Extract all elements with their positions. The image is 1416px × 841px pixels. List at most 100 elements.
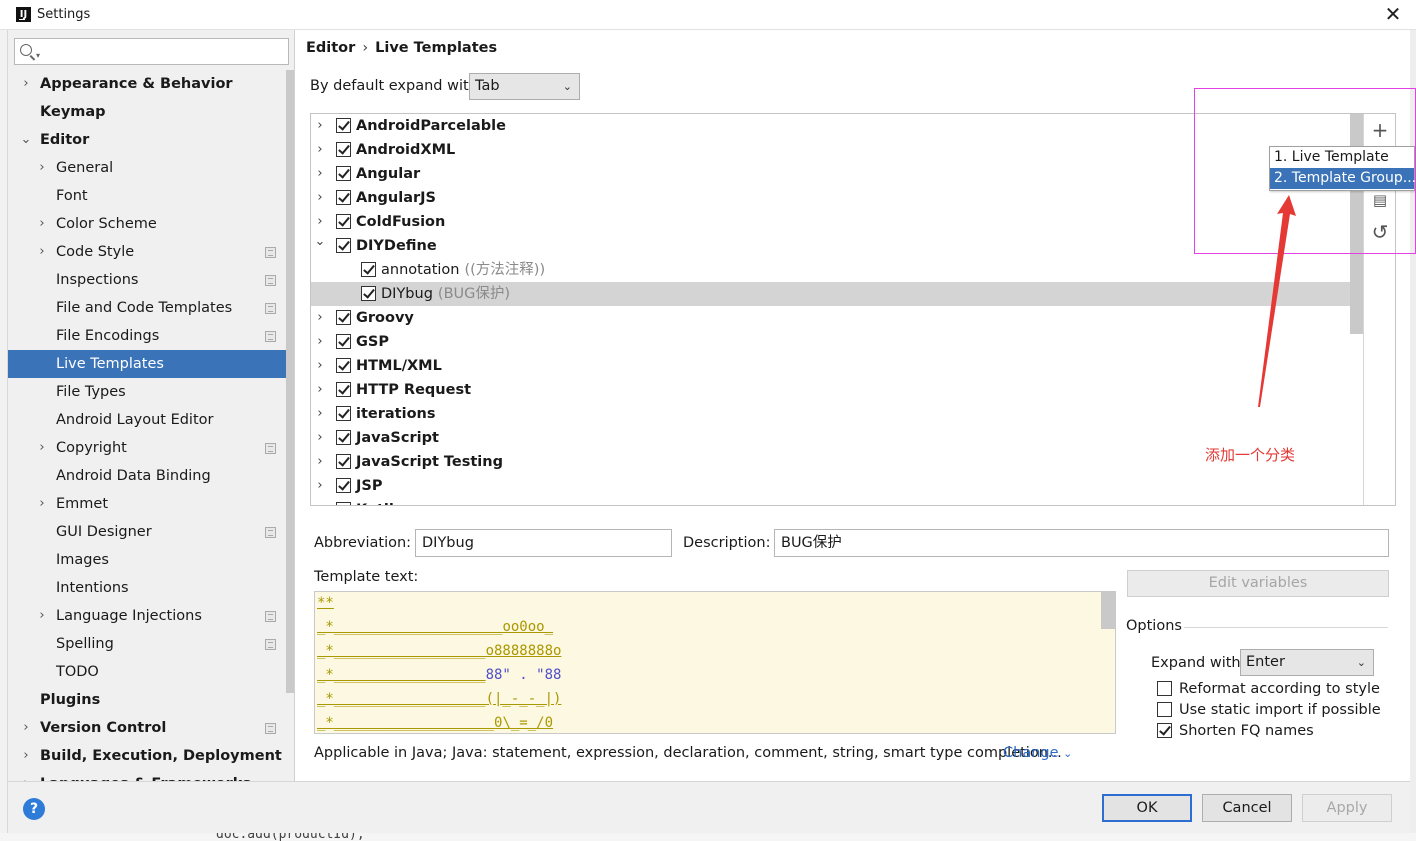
checkbox[interactable]	[336, 142, 351, 157]
sidebar-item[interactable]: TODO	[8, 658, 294, 686]
chevron-down-icon[interactable]: ⌄	[20, 126, 32, 154]
chevron-right-icon[interactable]: ›	[313, 162, 327, 186]
sidebar-item[interactable]: Keymap	[8, 98, 294, 126]
template-group-row[interactable]: › HTML/XML	[311, 354, 1364, 378]
template-group-row[interactable]: › AndroidXML	[311, 138, 1364, 162]
sidebar-item[interactable]: Intentions	[8, 574, 294, 602]
checkbox[interactable]	[336, 214, 351, 229]
description-field[interactable]: BUG保护	[774, 529, 1389, 557]
chevron-right-icon[interactable]: ›	[313, 498, 327, 505]
sidebar-item[interactable]: › Language Injections	[8, 602, 294, 630]
default-expand-select[interactable]: Tab ⌄	[469, 73, 580, 100]
sidebar-item[interactable]: Images	[8, 546, 294, 574]
checkbox[interactable]	[336, 190, 351, 205]
chevron-right-icon[interactable]: ›	[313, 474, 327, 498]
add-icon[interactable]: +	[1368, 118, 1392, 142]
sidebar-item[interactable]: › Emmet	[8, 490, 294, 518]
ok-button[interactable]: OK	[1102, 794, 1192, 822]
checkbox[interactable]	[361, 286, 376, 301]
template-group-row[interactable]: › AndroidParcelable	[311, 114, 1364, 138]
chevron-right-icon[interactable]: ›	[313, 306, 327, 330]
menu-item-live-template[interactable]: 1. Live Template	[1270, 147, 1414, 168]
sidebar-item[interactable]: Plugins	[8, 686, 294, 714]
chevron-right-icon[interactable]: ›	[20, 770, 32, 781]
breadcrumb-parent[interactable]: Editor	[306, 40, 355, 56]
sidebar-item[interactable]: GUI Designer	[8, 518, 294, 546]
chevron-right-icon[interactable]: ›	[20, 70, 32, 98]
template-group-row[interactable]: › JSP	[311, 474, 1364, 498]
sidebar-item[interactable]: Android Data Binding	[8, 462, 294, 490]
checkbox[interactable]	[1157, 702, 1172, 717]
template-group-row[interactable]: › AngularJS	[311, 186, 1364, 210]
search-dropdown-icon[interactable]: ▾	[36, 51, 40, 60]
chevron-right-icon[interactable]: ›	[36, 602, 48, 630]
sidebar-item[interactable]: › Version Control	[8, 714, 294, 742]
sidebar-item[interactable]: Live Templates	[8, 350, 294, 378]
checkbox[interactable]	[336, 502, 351, 505]
template-group-row[interactable]: › HTTP Request	[311, 378, 1364, 402]
chevron-right-icon[interactable]: ›	[313, 450, 327, 474]
chevron-down-icon[interactable]: ⌄	[313, 230, 327, 254]
checkbox[interactable]	[336, 358, 351, 373]
chevron-right-icon[interactable]: ›	[36, 434, 48, 462]
checkbox[interactable]	[361, 262, 376, 277]
checkbox[interactable]	[336, 238, 351, 253]
template-group-row[interactable]: › ColdFusion	[311, 210, 1364, 234]
sidebar-item[interactable]: ⌄ Editor	[8, 126, 294, 154]
edit-variables-button[interactable]: Edit variables	[1127, 570, 1389, 597]
sidebar-item[interactable]: › Color Scheme	[8, 210, 294, 238]
checkbox[interactable]	[1157, 681, 1172, 696]
checkbox[interactable]	[1157, 723, 1172, 738]
sidebar-item[interactable]: › Code Style	[8, 238, 294, 266]
cancel-button[interactable]: Cancel	[1202, 794, 1292, 822]
template-group-row[interactable]: › Kotlin	[311, 498, 1364, 505]
help-button[interactable]: ?	[23, 798, 45, 820]
template-group-row[interactable]: › GSP	[311, 330, 1364, 354]
sidebar-item[interactable]: Spelling	[8, 630, 294, 658]
template-group-row[interactable]: ⌄ DIYDefine	[311, 234, 1364, 258]
checkbox[interactable]	[336, 382, 351, 397]
change-context-link[interactable]: Change ⌄	[1003, 745, 1072, 761]
sidebar-item[interactable]: › Copyright	[8, 434, 294, 462]
sidebar-item[interactable]: › Languages & Frameworks	[8, 770, 294, 781]
chevron-right-icon[interactable]: ›	[20, 714, 32, 742]
template-row[interactable]: DIYbug (BUG保护)	[311, 282, 1364, 306]
sidebar-item[interactable]: › General	[8, 154, 294, 182]
checkbox[interactable]	[336, 430, 351, 445]
template-group-row[interactable]: › iterations	[311, 402, 1364, 426]
sidebar-item[interactable]: › Build, Execution, Deployment	[8, 742, 294, 770]
sidebar-item[interactable]: File Types	[8, 378, 294, 406]
chevron-right-icon[interactable]: ›	[36, 238, 48, 266]
chevron-right-icon[interactable]: ›	[36, 154, 48, 182]
copy-icon[interactable]: ▤	[1368, 188, 1392, 212]
expand-with-select[interactable]: Enter ⌄	[1240, 649, 1374, 676]
checkbox[interactable]	[336, 118, 351, 133]
close-button[interactable]: ✕	[1380, 3, 1406, 27]
sidebar-item[interactable]: File Encodings	[8, 322, 294, 350]
chevron-right-icon[interactable]: ›	[313, 186, 327, 210]
template-group-row[interactable]: › Groovy	[311, 306, 1364, 330]
editor-scrollbar[interactable]	[1101, 592, 1115, 629]
chevron-right-icon[interactable]: ›	[313, 330, 327, 354]
sidebar-scrollbar[interactable]	[286, 70, 294, 693]
checkbox[interactable]	[336, 334, 351, 349]
abbreviation-field[interactable]: DIYbug	[415, 529, 672, 557]
chevron-right-icon[interactable]: ›	[313, 378, 327, 402]
sidebar-item[interactable]: File and Code Templates	[8, 294, 294, 322]
menu-item-template-group[interactable]: 2. Template Group...	[1270, 168, 1416, 189]
sidebar-item[interactable]: Inspections	[8, 266, 294, 294]
checkbox[interactable]	[336, 406, 351, 421]
chevron-right-icon[interactable]: ›	[36, 210, 48, 238]
chevron-right-icon[interactable]: ›	[313, 354, 327, 378]
chevron-right-icon[interactable]: ›	[313, 402, 327, 426]
chevron-right-icon[interactable]: ›	[36, 490, 48, 518]
template-text-editor[interactable]: ** _*____________________oo0oo_ _*________…	[314, 591, 1116, 734]
chevron-right-icon[interactable]: ›	[313, 138, 327, 162]
checkbox[interactable]	[336, 166, 351, 181]
sidebar-item[interactable]: Android Layout Editor	[8, 406, 294, 434]
apply-button[interactable]: Apply	[1302, 794, 1392, 822]
chevron-right-icon[interactable]: ›	[20, 742, 32, 770]
sidebar-item[interactable]: › Appearance & Behavior	[8, 70, 294, 98]
checkbox[interactable]	[336, 454, 351, 469]
template-row[interactable]: annotation ((方法注释))	[311, 258, 1364, 282]
